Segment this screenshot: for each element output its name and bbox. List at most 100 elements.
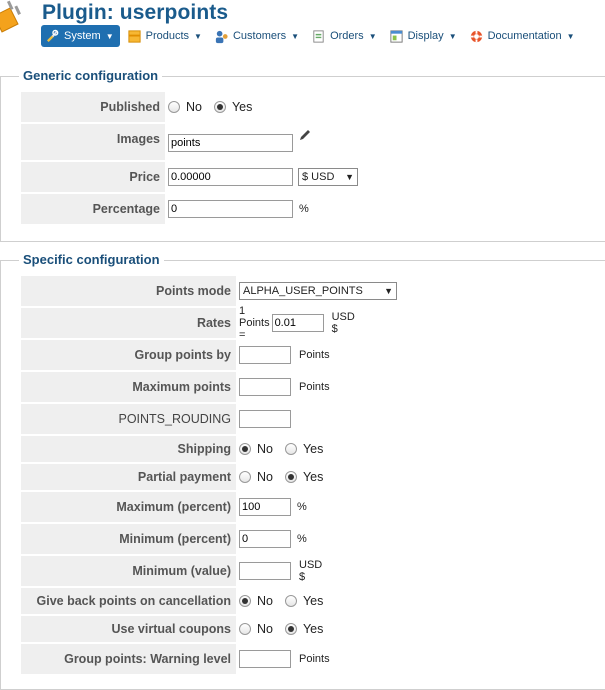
products-icon: [128, 29, 141, 43]
group-points-by-unit: Points: [299, 349, 330, 361]
percentage-unit: %: [299, 203, 309, 215]
published-no-label: No: [186, 100, 202, 114]
virtual-coupons-no-radio[interactable]: [239, 623, 251, 635]
warning-level-input[interactable]: [239, 650, 291, 668]
percentage-input[interactable]: [168, 200, 293, 218]
published-yes-radio[interactable]: [213, 101, 226, 113]
virtual-coupons-label: Use virtual coupons: [21, 616, 236, 642]
partial-payment-options: No Yes: [239, 464, 335, 490]
warning-level-field: Points: [239, 644, 330, 674]
generic-configuration-legend: Generic configuration: [19, 68, 163, 83]
virtual-coupons-yes-label: Yes: [302, 622, 324, 636]
shipping-label: Shipping: [21, 436, 236, 462]
minimum-value-label: Minimum (value): [21, 556, 236, 586]
percentage-label: Percentage: [21, 194, 165, 224]
maximum-percent-unit: %: [297, 501, 307, 513]
partial-payment-no-radio[interactable]: [239, 471, 251, 483]
chevron-down-icon: ▼: [345, 172, 354, 182]
give-back-label: Give back points on cancellation: [21, 588, 236, 614]
menu-system[interactable]: System ▼: [41, 25, 120, 47]
generic-configuration-fieldset: Generic configuration Published No Yes I…: [0, 68, 605, 242]
price-field: $ USD ▼: [168, 162, 358, 192]
points-mode-select-value: ALPHA_USER_POINTS: [243, 285, 363, 297]
maximum-points-unit: Points: [299, 381, 330, 393]
orders-icon: [313, 29, 324, 43]
currency-select[interactable]: $ USD ▼: [298, 168, 358, 186]
points-mode-label: Points mode: [21, 276, 236, 306]
rates-label: Rates: [21, 308, 236, 338]
maximum-percent-label: Maximum (percent): [21, 492, 236, 522]
points-mode-select[interactable]: ALPHA_USER_POINTS ▼: [239, 282, 397, 300]
main-menu: System ▼ Products ▼ Customers ▼ Orders ▼…: [41, 25, 583, 47]
display-icon: [390, 29, 403, 43]
maximum-percent-field: %: [239, 492, 307, 522]
page-title: Plugin: userpoints: [42, 1, 229, 24]
partial-payment-label: Partial payment: [21, 464, 236, 490]
published-yes-label: Yes: [231, 100, 253, 114]
minimum-percent-label: Minimum (percent): [21, 524, 236, 554]
specific-configuration-legend: Specific configuration: [19, 252, 164, 267]
shipping-yes-radio[interactable]: [284, 443, 297, 455]
rates-prefix: 1 Points =: [239, 305, 270, 341]
menu-products[interactable]: Products ▼: [123, 25, 207, 47]
rates-field: 1 Points = USD $: [239, 305, 355, 341]
partial-payment-no-label: No: [257, 470, 273, 484]
menu-orders-label: Orders: [330, 30, 364, 42]
partial-payment-yes-radio[interactable]: [284, 471, 297, 483]
customers-icon: [215, 30, 228, 43]
lifebuoy-icon: [470, 30, 482, 42]
menu-customers[interactable]: Customers ▼: [210, 25, 304, 47]
images-label: Images: [21, 124, 165, 160]
group-points-by-field: Points: [239, 340, 330, 370]
menu-products-label: Products: [145, 30, 190, 42]
published-options: No Yes: [168, 92, 264, 122]
images-input[interactable]: [168, 134, 293, 152]
chevron-down-icon: ▼: [448, 31, 457, 41]
published-no-radio[interactable]: [168, 101, 180, 113]
published-label: Published: [21, 92, 165, 122]
menu-documentation[interactable]: Documentation ▼: [465, 25, 580, 47]
minimum-value-input[interactable]: [239, 562, 291, 580]
chevron-down-icon: ▼: [194, 31, 202, 41]
points-mode-field: ALPHA_USER_POINTS ▼: [239, 276, 397, 306]
chevron-down-icon: ▼: [384, 286, 393, 296]
menu-system-label: System: [64, 30, 101, 42]
rates-suffix: USD $: [331, 311, 355, 335]
shipping-no-radio[interactable]: [239, 443, 251, 455]
currency-select-value: $ USD: [302, 171, 335, 183]
images-field: [168, 124, 312, 160]
group-points-by-input[interactable]: [239, 346, 291, 364]
chevron-down-icon: ▼: [105, 31, 114, 41]
price-label: Price: [21, 162, 165, 192]
rates-input[interactable]: [271, 314, 324, 332]
menu-documentation-label: Documentation: [487, 30, 562, 42]
chevron-down-icon: ▼: [368, 31, 377, 41]
points-rouding-input[interactable]: [239, 410, 291, 428]
menu-orders[interactable]: Orders ▼: [307, 25, 382, 47]
page-header: Plugin: userpoints System ▼ Products ▼ C…: [0, 0, 605, 58]
give-back-yes-label: Yes: [302, 594, 324, 608]
maximum-points-input[interactable]: [239, 378, 291, 396]
percentage-field: %: [168, 194, 309, 224]
give-back-no-label: No: [257, 594, 273, 608]
minimum-value-field: USD $: [239, 556, 322, 586]
menu-display-label: Display: [407, 30, 444, 42]
menu-display[interactable]: Display ▼: [385, 25, 462, 47]
chevron-down-icon: ▼: [566, 31, 575, 41]
plugin-plug-icon: [0, 0, 21, 33]
points-rouding-label: POINTS_ROUDING: [21, 404, 236, 434]
give-back-no-radio[interactable]: [239, 595, 251, 607]
give-back-yes-radio[interactable]: [284, 595, 297, 607]
maximum-points-field: Points: [239, 372, 330, 402]
warning-level-unit: Points: [299, 653, 330, 665]
maximum-percent-input[interactable]: [239, 498, 291, 516]
virtual-coupons-yes-radio[interactable]: [284, 623, 297, 635]
partial-payment-yes-label: Yes: [302, 470, 324, 484]
shipping-no-label: No: [257, 442, 273, 456]
pencil-edit-icon[interactable]: [298, 128, 312, 142]
minimum-percent-input[interactable]: [239, 530, 291, 548]
warning-level-label: Group points: Warning level: [21, 644, 236, 674]
group-points-by-label: Group points by: [21, 340, 236, 370]
wrench-icon: [46, 29, 59, 42]
price-input[interactable]: [168, 168, 293, 186]
